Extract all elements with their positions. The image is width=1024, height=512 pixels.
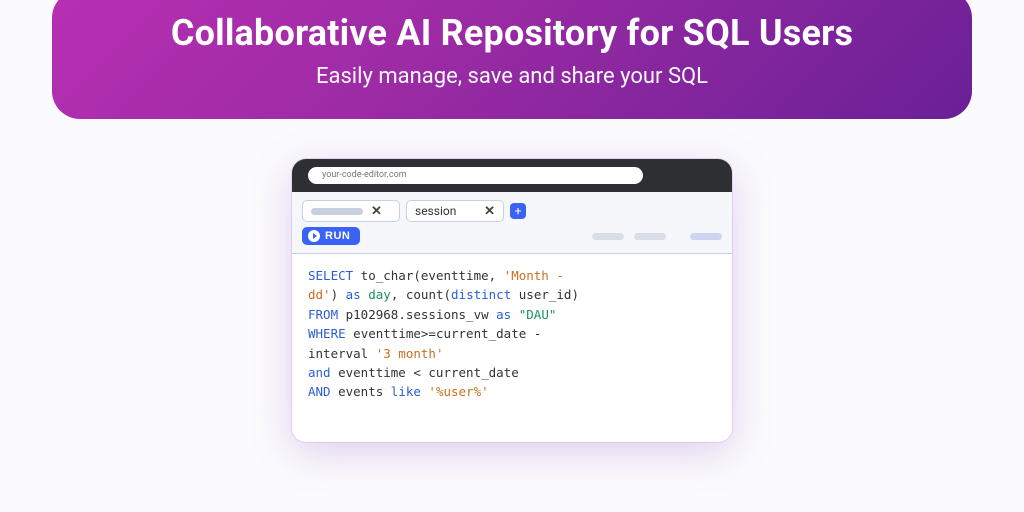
browser-bar: your-code-editor.com <box>292 159 732 192</box>
hero-subtitle: Easily manage, save and share your SQL <box>92 64 932 89</box>
run-button[interactable]: RUN <box>302 227 360 245</box>
tab-label: session <box>415 204 476 218</box>
tab-session[interactable]: session ✕ <box>406 200 504 222</box>
code-line: interval '3 month' <box>308 344 716 363</box>
close-icon[interactable]: ✕ <box>484 205 495 218</box>
code-line: FROM p102968.sessions_vw as "DAU" <box>308 305 716 324</box>
tabs-row: ✕ session ✕ + <box>292 192 732 222</box>
hero-title: Collaborative AI Repository for SQL User… <box>92 12 932 54</box>
run-label: RUN <box>325 230 350 242</box>
code-line: dd') as day, count(distinct user_id) <box>308 285 716 304</box>
toolbar: RUN <box>292 222 732 254</box>
url-input[interactable]: your-code-editor.com <box>308 167 643 184</box>
play-icon <box>308 230 320 242</box>
code-line: AND events like '%user%' <box>308 382 716 401</box>
toolbar-placeholder <box>690 233 722 240</box>
code-line: WHERE eventtime>=current_date - <box>308 324 716 343</box>
code-line: and eventtime < current_date <box>308 363 716 382</box>
add-tab-button[interactable]: + <box>510 203 526 219</box>
tab-1[interactable]: ✕ <box>302 200 400 222</box>
toolbar-placeholder <box>592 233 624 240</box>
sql-code-area[interactable]: SELECT to_char(eventtime, 'Month - dd') … <box>292 254 732 442</box>
code-editor-window: your-code-editor.com ✕ session ✕ + RUN S… <box>292 159 732 442</box>
close-icon[interactable]: ✕ <box>371 205 382 218</box>
tab-placeholder <box>311 208 363 215</box>
code-line: SELECT to_char(eventtime, 'Month - <box>308 266 716 285</box>
hero-banner: Collaborative AI Repository for SQL User… <box>52 0 972 119</box>
toolbar-placeholder <box>634 233 666 240</box>
